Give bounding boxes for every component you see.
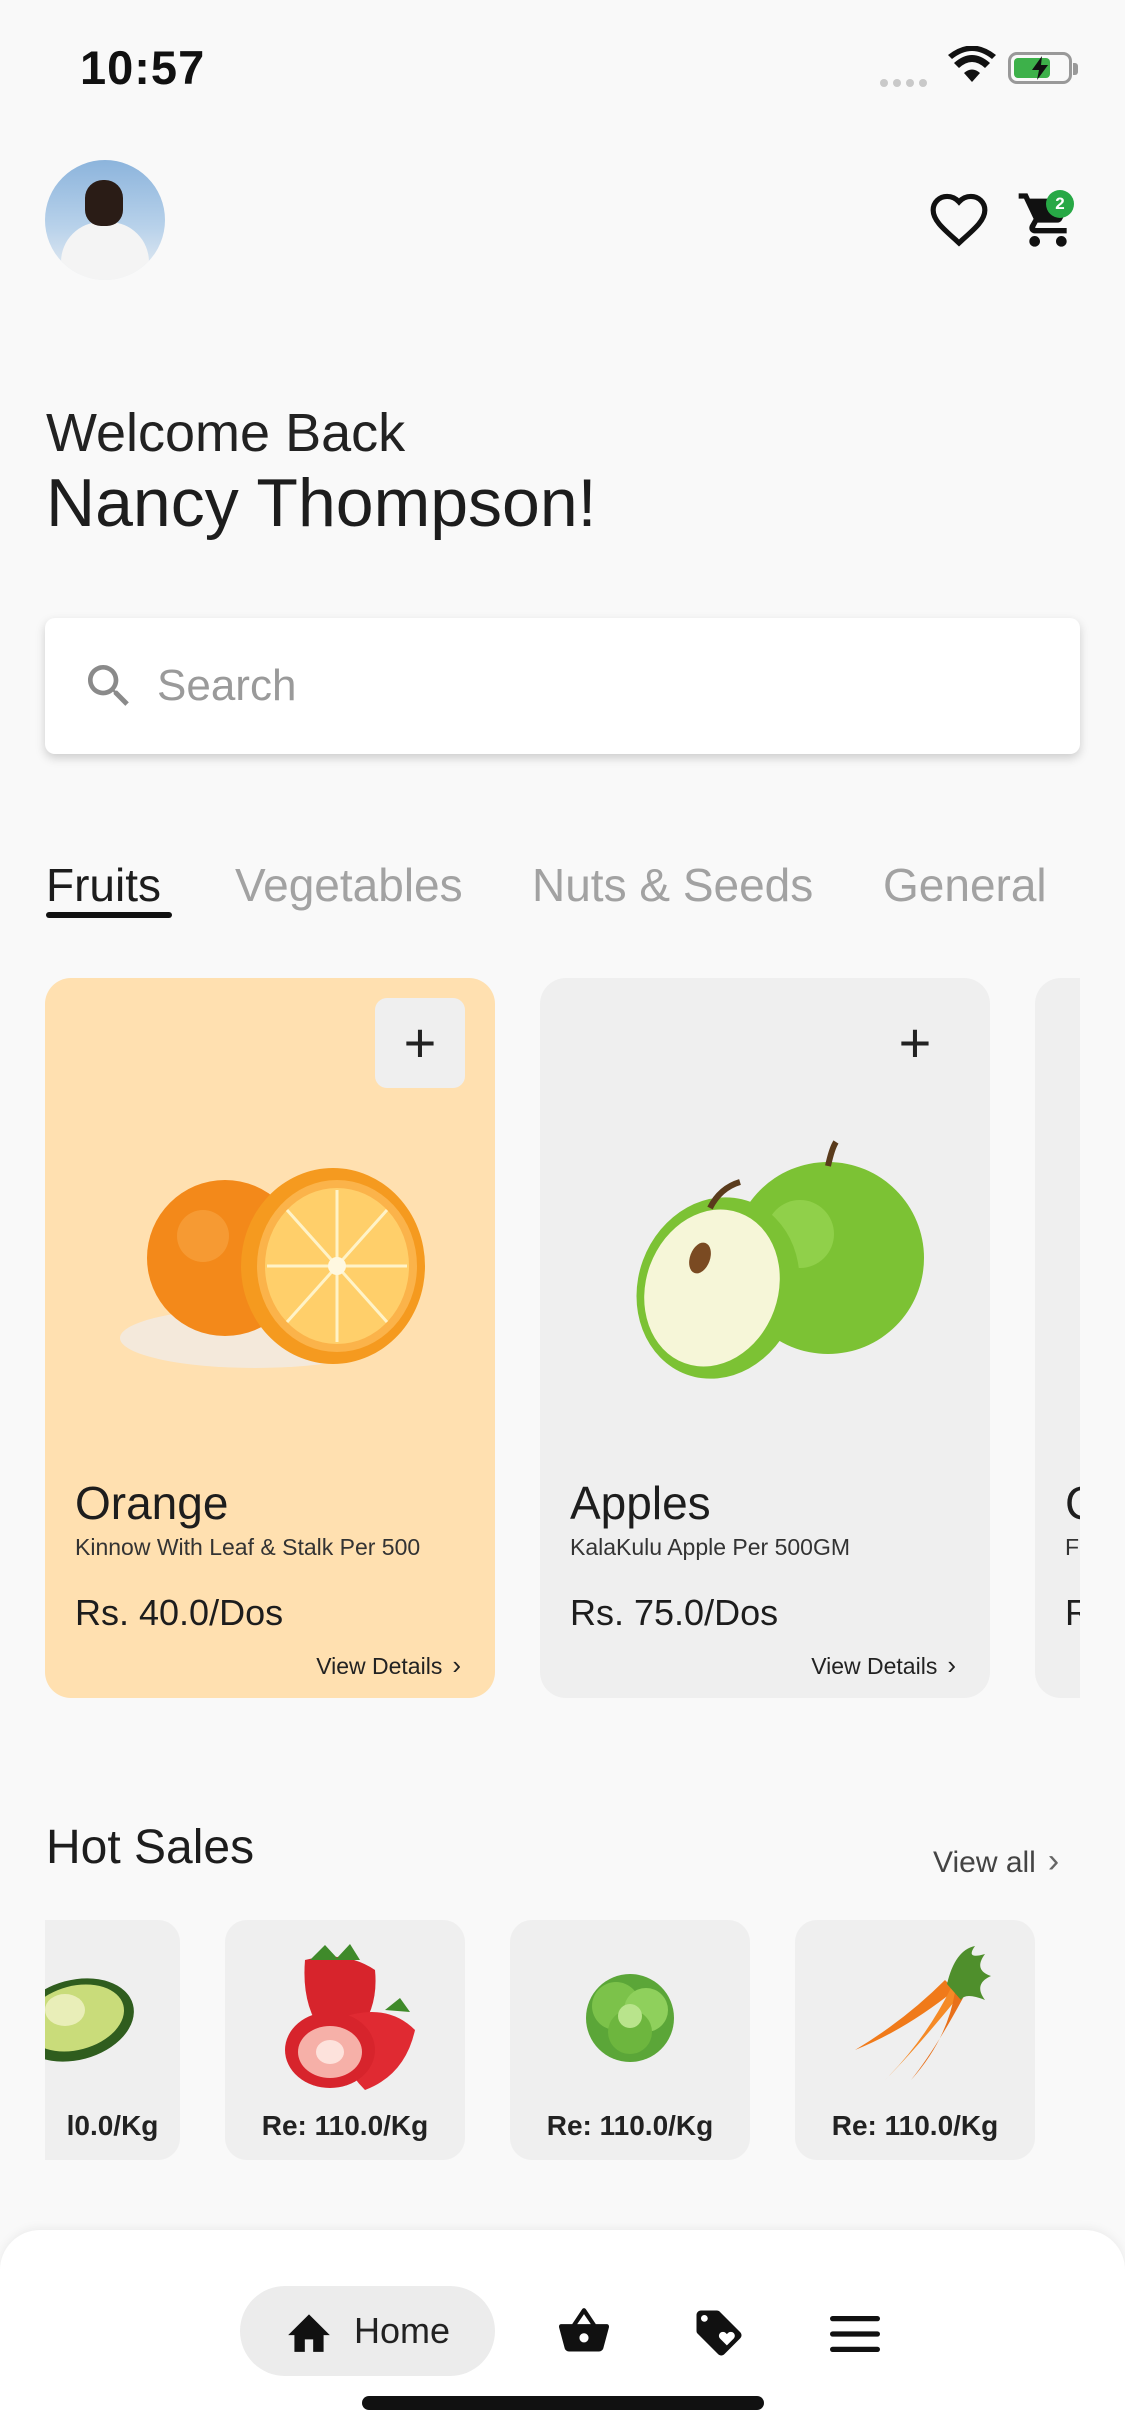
avatar[interactable] bbox=[45, 160, 165, 280]
status-time: 10:57 bbox=[80, 41, 206, 94]
product-description: KalaKulu Apple Per 500GM bbox=[570, 1534, 851, 1560]
chevron-right-icon: › bbox=[452, 1650, 461, 1680]
product-card-partial[interactable]: C F R bbox=[1035, 978, 1080, 1698]
nav-home[interactable]: Home bbox=[240, 2286, 495, 2376]
carrots-image bbox=[855, 1946, 991, 2080]
product-name: C bbox=[1065, 1476, 1080, 1530]
orange-image bbox=[120, 1168, 425, 1368]
status-bar: 10:57 bbox=[0, 0, 1125, 130]
welcome-text: Welcome Back bbox=[46, 403, 406, 463]
search-bar[interactable] bbox=[45, 618, 1080, 754]
hot-sale-item[interactable]: Re: 110.0/Kg bbox=[225, 1920, 465, 2160]
search-icon bbox=[88, 665, 129, 706]
hot-sales-title: Hot Sales bbox=[46, 1821, 255, 1874]
tab-general[interactable]: General bbox=[883, 858, 1047, 912]
wifi-icon bbox=[948, 45, 996, 89]
product-description: F bbox=[1065, 1534, 1080, 1560]
heart-icon[interactable] bbox=[928, 190, 990, 252]
hot-sale-item[interactable]: Re: 110.0/Kg bbox=[510, 1920, 750, 2160]
view-details-link[interactable]: View Details › bbox=[811, 1650, 956, 1681]
view-details-label: View Details bbox=[811, 1653, 938, 1679]
chevron-right-icon: › bbox=[1047, 1842, 1060, 1880]
view-all-label: View all bbox=[933, 1846, 1036, 1879]
avocado-image bbox=[45, 1978, 134, 2062]
basket-icon[interactable] bbox=[556, 2306, 612, 2361]
add-to-cart-button[interactable]: + bbox=[375, 998, 465, 1088]
product-price: Rs. 40.0/Dos bbox=[75, 1592, 284, 1633]
hot-sale-item[interactable]: l0.0/Kg bbox=[45, 1920, 180, 2160]
hot-sale-item[interactable]: Re: 110.0/Kg bbox=[795, 1920, 1035, 2160]
add-to-cart-button[interactable]: + bbox=[870, 998, 960, 1088]
tag-heart-icon[interactable] bbox=[692, 2306, 746, 2365]
lettuce-image bbox=[586, 1974, 674, 2062]
menu-icon[interactable] bbox=[830, 2316, 880, 2357]
hot-sale-price: Re: 110.0/Kg bbox=[546, 2110, 714, 2141]
product-price: Rs. 75.0/Dos bbox=[570, 1592, 779, 1633]
cart-count-badge: 2 bbox=[1046, 190, 1074, 218]
product-price: R bbox=[1065, 1592, 1080, 1633]
product-description: Kinnow With Leaf & Stalk Per 500 bbox=[75, 1534, 421, 1560]
view-details-link[interactable]: View Details › bbox=[316, 1650, 461, 1681]
strawberries-image bbox=[285, 1944, 415, 2090]
tab-vegetables[interactable]: Vegetables bbox=[235, 858, 463, 912]
active-tab-indicator bbox=[46, 912, 172, 918]
battery-icon bbox=[1008, 52, 1078, 84]
user-name: Nancy Thompson! bbox=[46, 465, 597, 541]
hot-sale-price: Re: 110.0/Kg bbox=[261, 2110, 429, 2141]
signal-icon bbox=[880, 74, 932, 92]
product-card-orange[interactable]: + Orange Kinnow With Leaf & Stalk Per 50… bbox=[45, 978, 495, 1698]
view-details-label: View Details bbox=[316, 1653, 443, 1679]
home-indicator bbox=[362, 2396, 764, 2410]
chevron-right-icon: › bbox=[947, 1650, 956, 1680]
hot-sale-price: l0.0/Kg bbox=[66, 2110, 159, 2141]
home-icon bbox=[288, 2314, 330, 2352]
tab-nuts-seeds[interactable]: Nuts & Seeds bbox=[532, 858, 813, 912]
search-input[interactable] bbox=[157, 646, 1037, 726]
apple-image bbox=[636, 1140, 924, 1379]
tab-fruits[interactable]: Fruits bbox=[46, 858, 161, 912]
view-all-link[interactable]: View all › bbox=[933, 1842, 1059, 1881]
nav-home-label: Home bbox=[354, 2310, 451, 2351]
product-card-apples[interactable]: + Apples KalaKulu Apple Per 500GM Rs. 75… bbox=[540, 978, 990, 1698]
hot-sale-price: Re: 110.0/Kg bbox=[831, 2110, 999, 2141]
product-name: Orange bbox=[75, 1477, 229, 1529]
product-name: Apples bbox=[570, 1477, 711, 1529]
